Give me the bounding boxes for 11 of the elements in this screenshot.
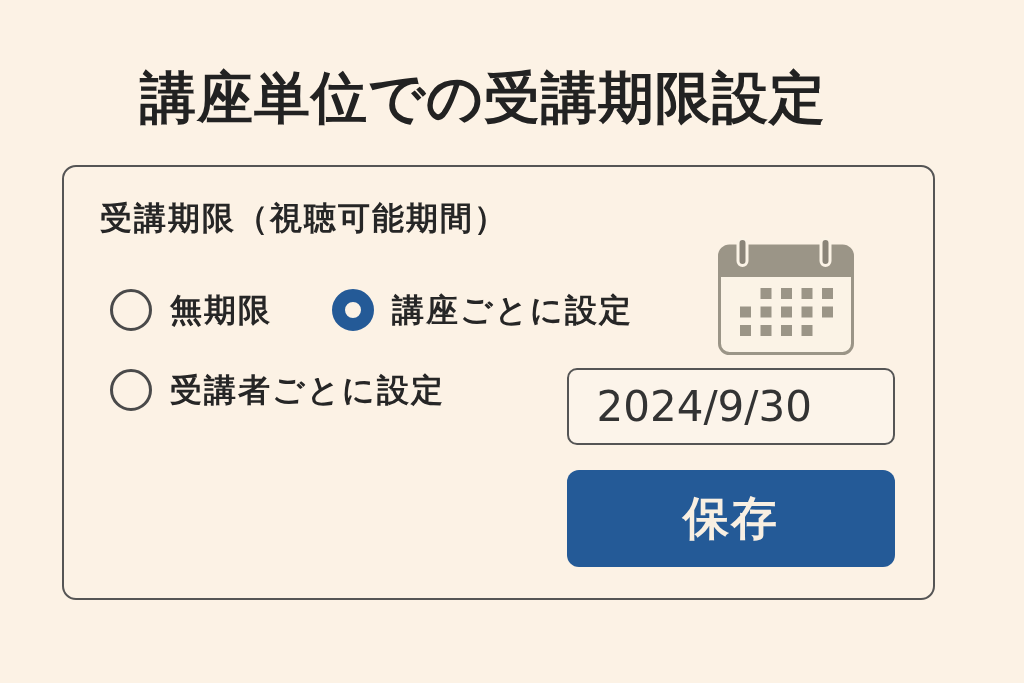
radio-label[interactable]: 講座ごとに設定 [391, 290, 633, 330]
radio-button[interactable] [331, 289, 374, 331]
radio-label[interactable]: 受講者ごとに設定 [169, 370, 445, 410]
radio-label[interactable]: 無期限 [169, 290, 272, 330]
save-button[interactable]: 保存 [566, 470, 895, 567]
radio-button[interactable] [109, 289, 152, 331]
calendar-icon [717, 237, 854, 355]
section-label: 受講期限（視聴可能期間） [99, 200, 508, 237]
radio-button[interactable] [109, 369, 152, 411]
page-title: 講座単位での受講期限設定 [140, 68, 826, 128]
date-field[interactable]: 2024/9/30 [566, 368, 895, 445]
